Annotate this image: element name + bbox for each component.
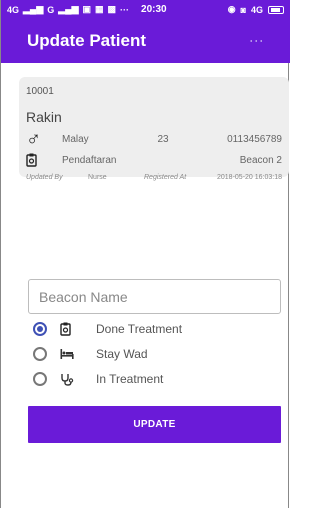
patient-registration: Pendaftaran (62, 154, 117, 166)
status-time: 20:30 (141, 4, 167, 15)
radio-stay-wad[interactable] (33, 347, 47, 361)
gallery-icon: ▩ (107, 4, 117, 14)
status-left: 4G ▂▄▆ G ▂▄▆ ▣ ▦ ▩ ··· (7, 4, 129, 15)
app-bar: Update Patient ⋮ (1, 19, 290, 63)
vibrate-icon: ◙ (240, 4, 246, 15)
stethoscope-icon (60, 373, 86, 386)
status-right: ◉ ◙ 4G (228, 4, 284, 15)
patient-id: 10001 (26, 86, 54, 97)
signal-4g-label: 4G (7, 4, 20, 15)
signal-g-label: G (47, 4, 55, 15)
bed-icon (60, 349, 86, 359)
more-notifications-icon: ··· (120, 4, 130, 15)
patient-name: Rakin (26, 109, 62, 125)
male-icon: ♂ (26, 128, 41, 150)
option-stay-wad[interactable]: Stay Wad (33, 347, 148, 361)
option-done-treatment[interactable]: Done Treatment (33, 322, 182, 336)
updated-by-value: Nurse (88, 174, 107, 181)
update-button[interactable]: UPDATE (28, 406, 281, 443)
option-label: Stay Wad (96, 347, 148, 361)
beacon-name-field[interactable] (28, 279, 281, 314)
registered-at-label: Registered At (144, 174, 187, 181)
patient-meta-row: Updated By Nurse Registered At 2018-05-2… (26, 174, 282, 181)
registered-at-value: 2018-05-20 16:03:18 (217, 174, 282, 181)
updated-by-label: Updated By (26, 174, 63, 181)
more-vert-icon[interactable]: ⋮ (249, 34, 265, 48)
patient-demographics-row: ♂ Malay 23 0113456789 (26, 128, 282, 150)
clipboard-icon (26, 153, 62, 167)
patient-race: Malay (62, 133, 89, 145)
patient-beacon: Beacon 2 (239, 154, 282, 166)
alarm-icon: ◉ (227, 4, 236, 14)
patient-card: 10001 Rakin ♂ Malay 23 0113456789 Pendaf… (19, 77, 289, 181)
radio-done-treatment[interactable] (33, 322, 47, 336)
signal-icon-2: ▂▄▆ (58, 4, 79, 14)
app-frame: 4G ▂▄▆ G ▂▄▆ ▣ ▦ ▩ ··· 20:30 ◉ ◙ 4G Upda… (0, 0, 290, 508)
status-bar: 4G ▂▄▆ G ▂▄▆ ▣ ▦ ▩ ··· 20:30 ◉ ◙ 4G (1, 0, 290, 19)
network-4g-label: 4G (250, 4, 263, 15)
option-label: Done Treatment (96, 322, 183, 336)
patient-phone: 0113456789 (227, 133, 282, 145)
page-title: Update Patient (27, 31, 147, 50)
option-label: In Treatment (96, 372, 164, 386)
patient-registration-row: Pendaftaran Beacon 2 (26, 153, 282, 167)
option-in-treatment[interactable]: In Treatment (33, 372, 163, 386)
clipboard-icon (60, 322, 86, 336)
facebook-icon: ▣ (82, 4, 92, 14)
beacon-name-input[interactable] (39, 288, 270, 305)
signal-icon: ▂▄▆ (23, 4, 44, 14)
patient-age: 23 (157, 133, 169, 145)
battery-icon (268, 5, 284, 14)
calendar-icon: ▦ (95, 4, 104, 14)
radio-in-treatment[interactable] (33, 372, 47, 386)
